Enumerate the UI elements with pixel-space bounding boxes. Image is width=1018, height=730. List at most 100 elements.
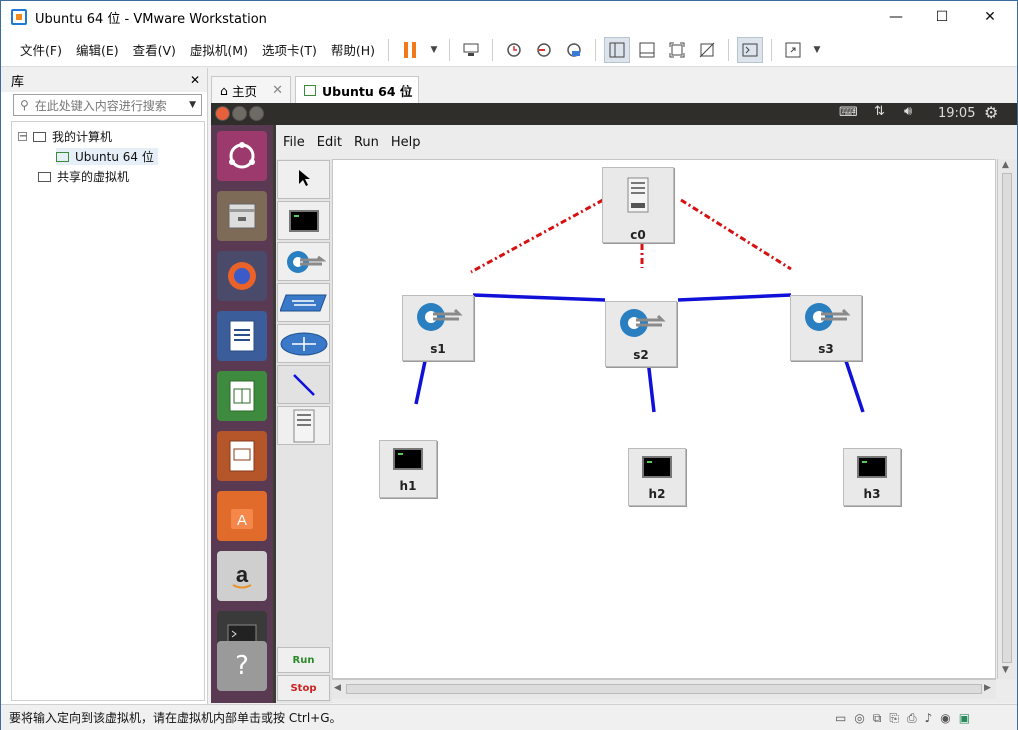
library-close-icon[interactable]: ✕ [190, 73, 200, 87]
switch-icon [620, 309, 666, 337]
menu-view[interactable]: 查看(V) [126, 40, 183, 59]
horizontal-scrollbar[interactable]: ◀ ▶ [332, 679, 996, 699]
menu-edit[interactable]: 编辑(E) [69, 40, 126, 59]
network-adapter-icon[interactable]: ⧉ [873, 711, 882, 726]
files-icon[interactable] [217, 191, 267, 241]
controller-c0[interactable]: c0 [602, 167, 674, 243]
switch-s2[interactable]: s2 [605, 301, 677, 367]
router-icon [280, 332, 327, 355]
host-h1[interactable]: h1 [379, 440, 437, 498]
switch-s1[interactable]: s1 [402, 295, 474, 361]
topology-canvas[interactable]: c0 s1 s2 s3 h1 h2 h3 [332, 159, 996, 679]
vertical-scrollbar[interactable]: ▲ ▼ [997, 159, 1017, 679]
vm-console[interactable]: ⌨ ⇅ 🔊︎ 19:05 ⚙ A a ? File Edit Run Help [211, 103, 1017, 703]
menu-help[interactable]: 帮助(H) [324, 40, 382, 59]
controller-link-c0-s3[interactable] [680, 198, 792, 271]
tab-close-icon[interactable]: ✕ [400, 83, 411, 98]
tab-home[interactable]: ⌂ 主页 ✕ [211, 76, 291, 103]
writer-icon[interactable] [217, 311, 267, 361]
menu-tabs[interactable]: 选项卡(T) [255, 40, 324, 59]
clock[interactable]: 19:05 [938, 106, 975, 121]
software-center-icon[interactable]: A [217, 491, 267, 541]
tab-close-icon[interactable]: ✕ [272, 83, 283, 98]
close-button[interactable]: ✕ [967, 1, 1013, 33]
printer-icon[interactable]: ⎙ [907, 711, 917, 726]
stop-button[interactable]: Stop [277, 675, 330, 701]
amazon-icon[interactable]: a [217, 551, 267, 601]
thumbnail-bar-icon[interactable] [634, 37, 660, 63]
switch-s3[interactable]: s3 [790, 295, 862, 361]
menu-file[interactable]: 文件(F) [13, 40, 69, 59]
scroll-up-icon[interactable]: ▲ [1002, 160, 1009, 170]
revert-snapshot-icon[interactable] [531, 37, 557, 63]
home-icon: ⌂ [220, 82, 228, 98]
scroll-right-icon[interactable]: ▶ [984, 683, 991, 693]
miniedit-menu-file[interactable]: File [283, 135, 305, 150]
network-icon[interactable]: ⇅ [874, 104, 885, 119]
tab-ubuntu[interactable]: Ubuntu 64 位 ✕ [295, 76, 419, 103]
ubuntu-dash-icon[interactable] [217, 131, 267, 181]
miniedit-menu-help[interactable]: Help [391, 135, 421, 150]
scroll-left-icon[interactable]: ◀ [334, 683, 341, 693]
miniedit-menu-run[interactable]: Run [354, 135, 379, 150]
select-tool[interactable] [277, 160, 330, 199]
collapse-icon[interactable]: − [18, 132, 27, 142]
console-view-icon[interactable] [737, 36, 764, 63]
usb-icon[interactable]: ⎘ [889, 711, 899, 726]
tree-item-shared-vms[interactable]: 共享的虚拟机 [38, 168, 129, 185]
stretch-dropdown-icon[interactable]: ▼ [810, 37, 824, 63]
calc-icon[interactable] [217, 371, 267, 421]
link-s1-s2[interactable] [472, 293, 606, 302]
controller-link-c0-s1[interactable] [470, 198, 604, 274]
menu-vm[interactable]: 虚拟机(M) [183, 40, 255, 59]
legacy-switch-icon [279, 294, 327, 311]
volume-icon[interactable]: 🔊︎ [904, 104, 912, 119]
host-h2[interactable]: h2 [628, 448, 686, 506]
stretch-guest-icon[interactable] [780, 37, 806, 63]
show-library-icon[interactable] [604, 36, 631, 63]
controller-tool[interactable] [277, 406, 330, 445]
scroll-down-icon[interactable]: ▼ [1002, 665, 1009, 675]
minimize-window-icon[interactable] [232, 106, 247, 121]
settings-gear-icon[interactable]: ⚙ [984, 103, 998, 122]
snapshot-icon[interactable] [501, 37, 527, 63]
router-tool[interactable] [277, 324, 330, 363]
pause-icon[interactable] [397, 37, 423, 63]
maximize-button[interactable]: ☐ [919, 1, 965, 33]
tree-item-ubuntu[interactable]: Ubuntu 64 位 [56, 148, 158, 165]
message-log-icon[interactable]: ▣ [959, 711, 970, 726]
host-tool[interactable] [277, 201, 330, 240]
minimize-button[interactable]: — [873, 1, 919, 33]
unity-mode-icon[interactable] [694, 37, 720, 63]
scroll-thumb[interactable] [1002, 173, 1012, 663]
tree-item-label: 我的计算机 [52, 130, 113, 144]
run-button[interactable]: Run [277, 647, 330, 673]
library-search-placeholder: 在此处键入内容进行搜索 [34, 98, 167, 113]
help-icon[interactable]: ? [217, 641, 267, 691]
scroll-thumb[interactable] [346, 684, 982, 694]
display-icon[interactable]: ◉ [940, 711, 950, 726]
switch-tool[interactable] [277, 242, 330, 281]
tree-item-my-computer[interactable]: − 我的计算机 [18, 128, 112, 145]
keyboard-icon[interactable]: ⌨ [839, 105, 858, 120]
snapshot-manager-icon[interactable] [561, 37, 587, 63]
impress-icon[interactable] [217, 431, 267, 481]
close-window-icon[interactable] [215, 106, 230, 121]
miniedit-menu-edit[interactable]: Edit [317, 135, 342, 150]
link-tool[interactable] [277, 365, 330, 404]
window-controls [215, 106, 264, 121]
node-label: s2 [633, 348, 649, 362]
cd-icon[interactable]: ◎ [854, 711, 864, 726]
hard-disk-icon[interactable]: ▭ [835, 711, 846, 726]
maximize-window-icon[interactable] [249, 106, 264, 121]
search-dropdown-icon[interactable]: ▼ [189, 100, 196, 110]
legacy-switch-tool[interactable] [277, 283, 330, 322]
firefox-icon[interactable] [217, 251, 267, 301]
link-s2-s3[interactable] [677, 293, 792, 302]
pause-dropdown-icon[interactable]: ▼ [427, 37, 441, 63]
full-screen-icon[interactable] [664, 37, 690, 63]
library-search-input[interactable]: ⚲ 在此处键入内容进行搜索 ▼ [13, 94, 202, 116]
sound-icon[interactable]: ♪ [925, 711, 933, 726]
send-ctrl-alt-del-icon[interactable] [458, 37, 484, 63]
host-h3[interactable]: h3 [843, 448, 901, 506]
